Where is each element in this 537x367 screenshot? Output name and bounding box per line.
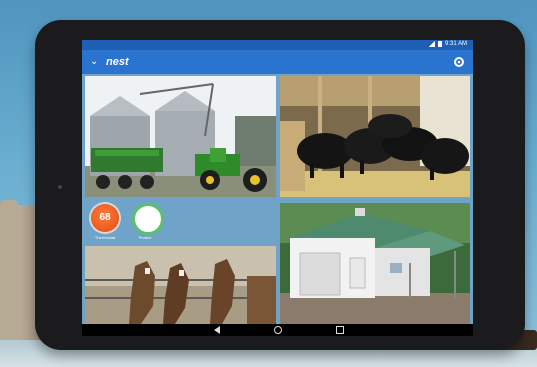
thermostat-temperature: 68	[99, 212, 111, 223]
protect-label: Protect	[138, 235, 152, 240]
status-icons: 9:31 AM	[428, 41, 467, 47]
chevron-down-icon[interactable]: ⌄	[90, 55, 98, 69]
app-bar: ⌄ nest	[82, 50, 473, 74]
camera-tile-garage[interactable]	[280, 203, 470, 324]
back-icon[interactable]	[214, 326, 220, 334]
camera-tile-cattle-barn[interactable]	[280, 76, 470, 197]
status-time: 9:31 AM	[444, 41, 467, 47]
tablet-screen: 9:31 AM ⌄ nest 68 Thermostat Protect	[82, 40, 473, 336]
battery-icon	[437, 41, 442, 47]
camera-feed-horses	[85, 246, 276, 324]
navigation-bar	[82, 324, 473, 336]
home-icon[interactable]	[274, 326, 282, 334]
gear-icon[interactable]	[453, 56, 465, 68]
status-bar: 9:31 AM	[82, 40, 473, 50]
protect-button[interactable]	[132, 203, 164, 235]
camera-tile-horses[interactable]	[85, 246, 276, 324]
thermostat-button[interactable]: 68	[91, 204, 119, 232]
nest-logo: nest	[106, 56, 129, 68]
background-lamp	[0, 200, 18, 360]
camera-feed-grain-bins	[85, 76, 276, 197]
tablet-camera	[58, 185, 62, 189]
camera-feed-cattle-barn	[280, 76, 470, 197]
recents-icon[interactable]	[336, 326, 344, 334]
camera-tile-grain-bins[interactable]	[85, 76, 276, 197]
camera-feed-garage	[280, 203, 470, 324]
signal-icon	[428, 41, 435, 47]
thermostat-label: Thermostat	[94, 235, 116, 240]
